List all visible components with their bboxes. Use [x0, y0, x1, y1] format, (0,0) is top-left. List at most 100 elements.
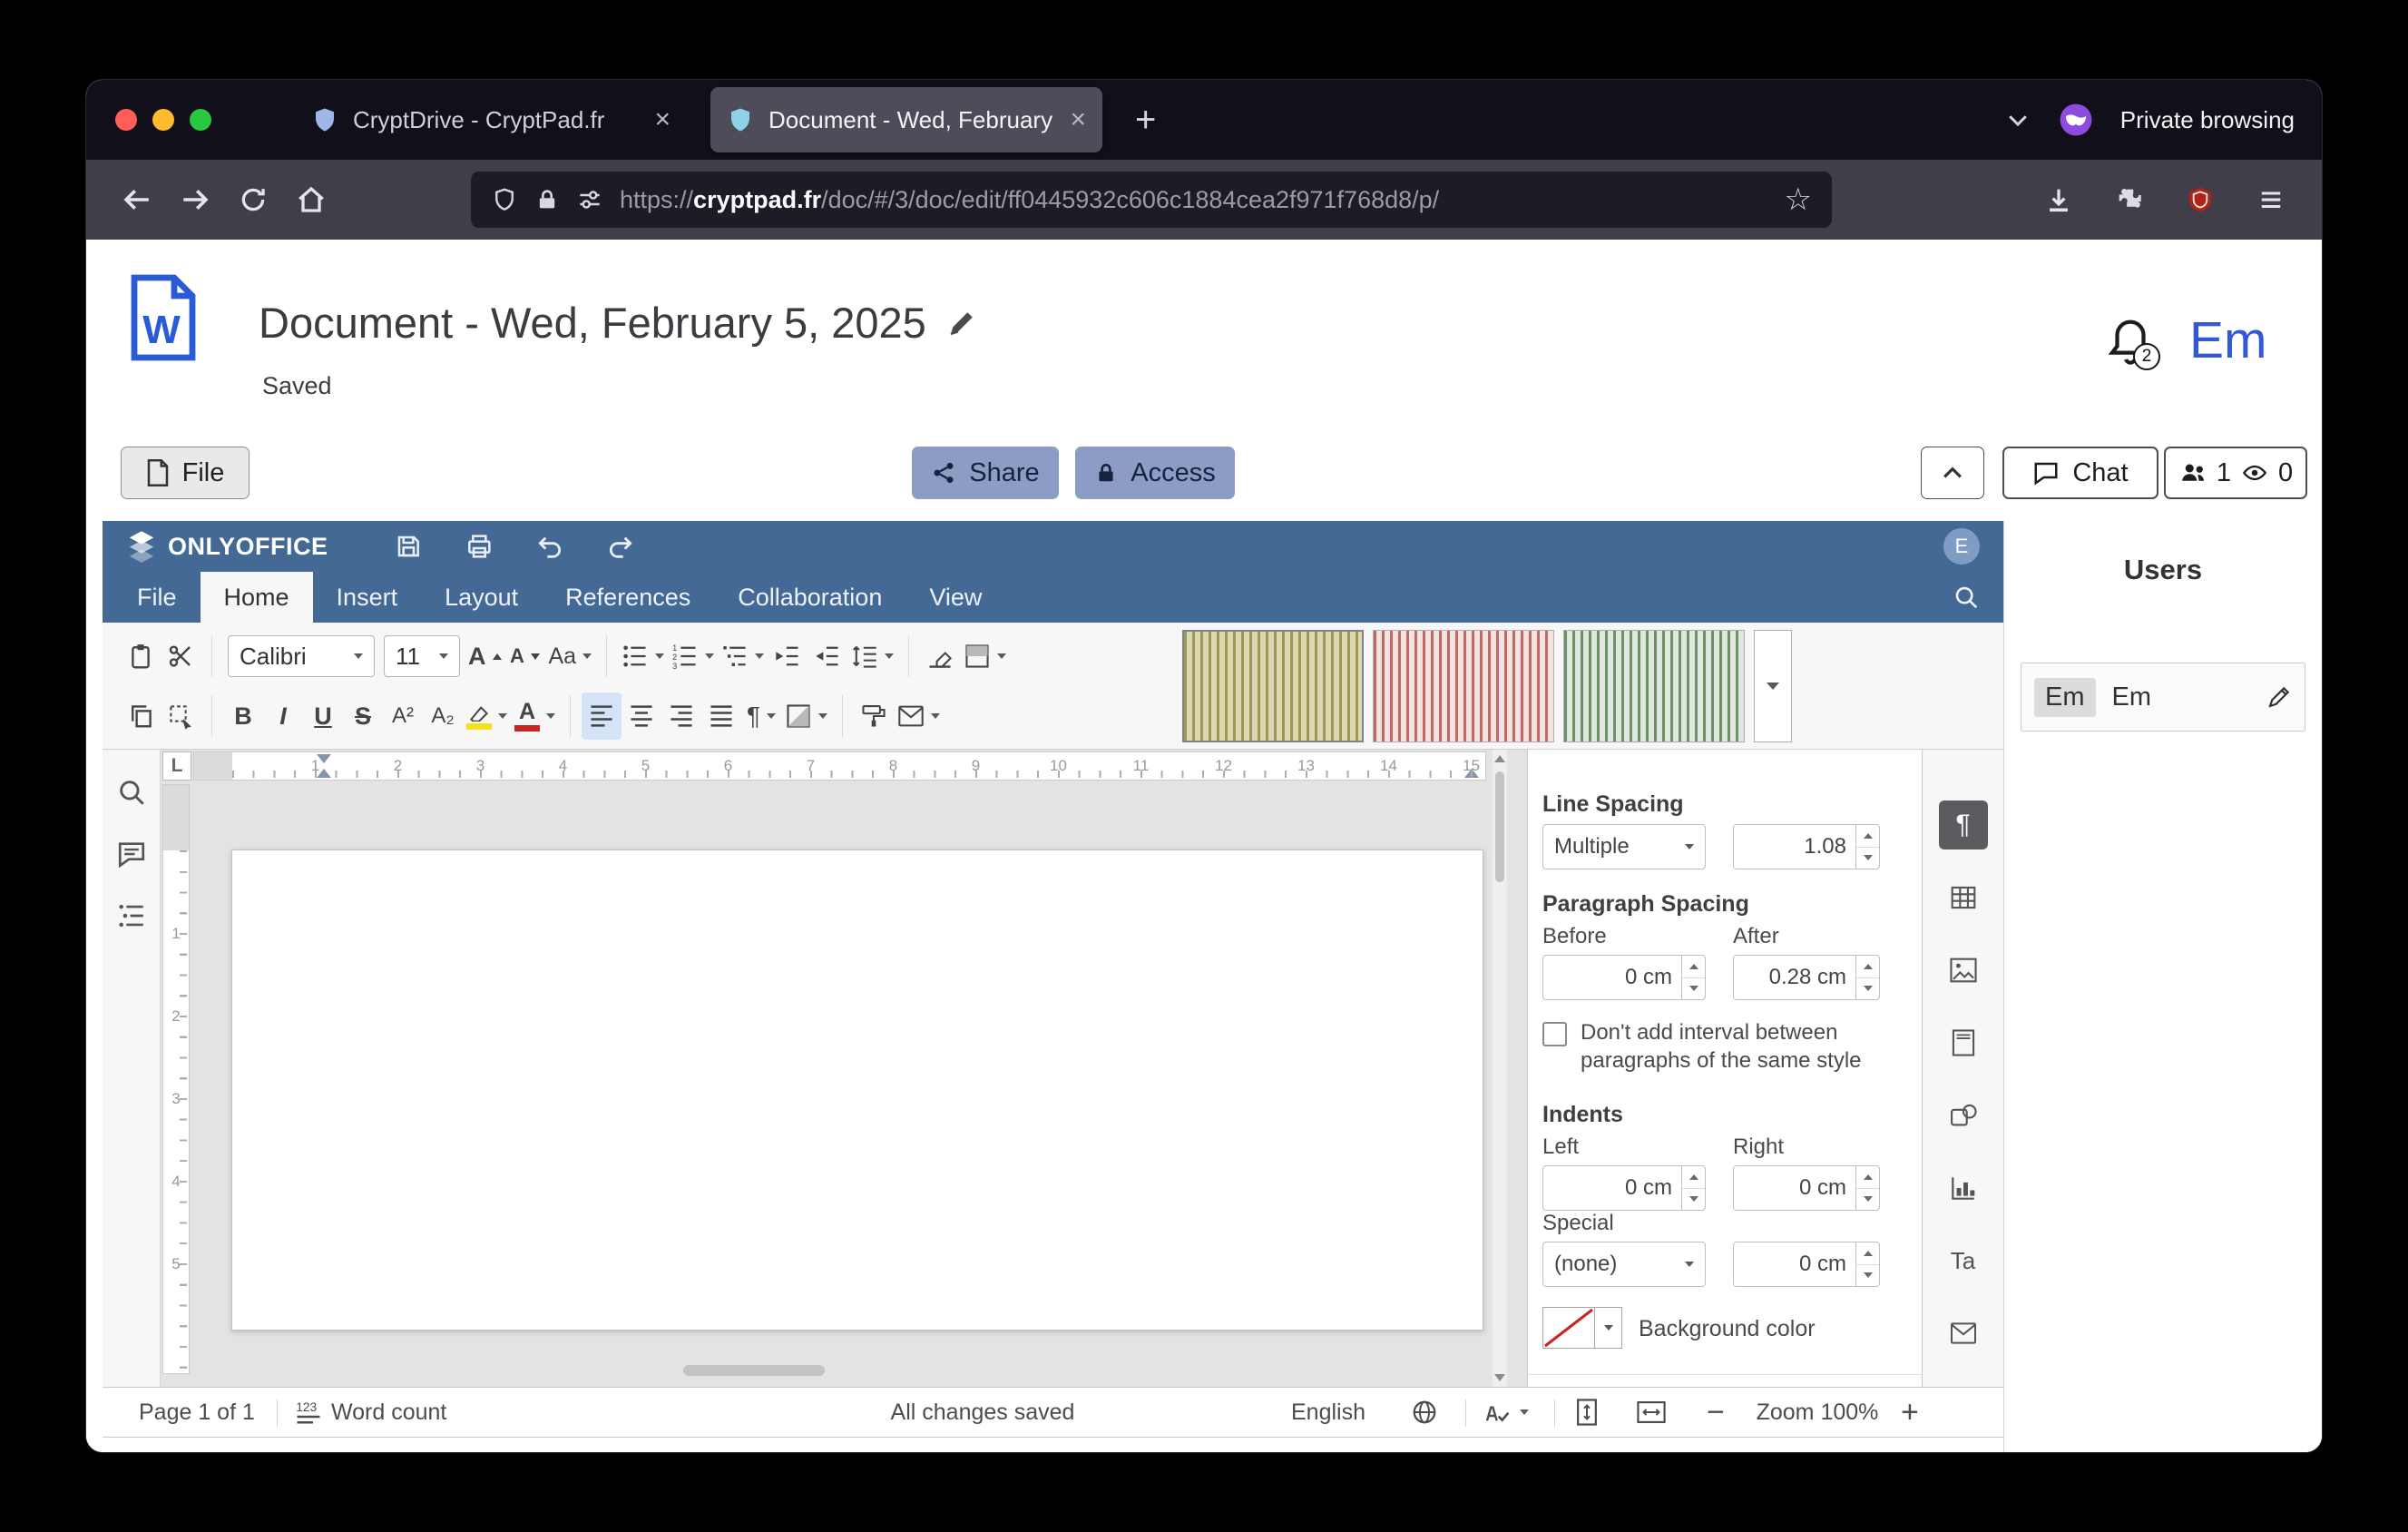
- new-tab-button[interactable]: +: [1135, 102, 1156, 138]
- font-size-select[interactable]: 11: [384, 635, 460, 677]
- zoom-level[interactable]: Zoom 100%: [1745, 1388, 1890, 1437]
- tab-stop-selector[interactable]: L: [162, 751, 191, 781]
- spacing-before-input[interactable]: 0 cm: [1542, 955, 1706, 1000]
- hamburger-menu-icon[interactable]: ≡: [2242, 172, 2300, 227]
- mail-merge-settings-icon[interactable]: [1939, 1309, 1988, 1358]
- menu-home[interactable]: Home: [201, 572, 313, 623]
- underline-button[interactable]: U: [303, 692, 343, 740]
- change-case-button[interactable]: Aa: [545, 633, 596, 680]
- shape-settings-icon[interactable]: [1939, 1091, 1988, 1140]
- print-icon[interactable]: [465, 532, 494, 561]
- increase-indent-button[interactable]: [808, 633, 847, 680]
- file-menu-button[interactable]: File: [121, 447, 250, 499]
- url-bar[interactable]: https://cryptpad.fr/doc/#/3/doc/edit/ff0…: [471, 172, 1832, 228]
- paragraph-shading-button[interactable]: [781, 692, 831, 740]
- window-zoom-button[interactable]: [190, 109, 211, 131]
- comments-icon[interactable]: [116, 839, 147, 869]
- menu-file[interactable]: File: [113, 572, 201, 623]
- bookmark-star-icon[interactable]: ☆: [1785, 182, 1812, 218]
- share-button[interactable]: Share: [912, 447, 1059, 499]
- indent-right-input[interactable]: 0 cm: [1733, 1165, 1880, 1211]
- spacing-after-input[interactable]: 0.28 cm: [1733, 955, 1880, 1000]
- spinner-arrows[interactable]: [1855, 956, 1879, 999]
- fit-width-button[interactable]: [1636, 1388, 1667, 1437]
- language-selector[interactable]: English: [1291, 1388, 1366, 1437]
- forward-icon[interactable]: [166, 172, 224, 227]
- multilevel-list-button[interactable]: [718, 633, 768, 680]
- shading-button[interactable]: [960, 633, 1010, 680]
- zoom-in-button[interactable]: +: [1901, 1388, 1919, 1437]
- chat-button[interactable]: Chat: [2002, 447, 2158, 499]
- image-settings-icon[interactable]: [1939, 946, 1988, 995]
- italic-button[interactable]: I: [263, 692, 303, 740]
- special-select[interactable]: (none): [1542, 1242, 1706, 1287]
- menu-references[interactable]: References: [542, 572, 714, 623]
- horizontal-scrollbar[interactable]: [683, 1365, 825, 1376]
- back-icon[interactable]: [108, 172, 166, 227]
- first-line-indent-marker[interactable]: [317, 754, 331, 763]
- scroll-up-arrow[interactable]: [1494, 755, 1505, 762]
- notifications-bell-icon[interactable]: 2: [2106, 316, 2155, 368]
- background-color-swatch[interactable]: [1542, 1307, 1595, 1349]
- rename-pencil-icon[interactable]: [946, 308, 977, 339]
- clear-formatting-button[interactable]: [920, 633, 960, 680]
- style-preview-heading[interactable]: [1563, 630, 1745, 742]
- header-footer-settings-icon[interactable]: [1939, 1018, 1988, 1067]
- style-preview-no-spacing[interactable]: [1373, 630, 1554, 742]
- spinner-arrows[interactable]: [1855, 825, 1879, 869]
- access-button[interactable]: Access: [1075, 447, 1235, 499]
- style-preview-normal[interactable]: [1182, 630, 1364, 742]
- select-all-button[interactable]: [161, 692, 201, 740]
- participants-button[interactable]: 1 0: [2164, 447, 2307, 499]
- align-right-button[interactable]: [661, 692, 701, 740]
- right-indent-marker[interactable]: [1464, 769, 1479, 778]
- ublock-shield-icon[interactable]: [2171, 172, 2229, 227]
- indent-left-input[interactable]: 0 cm: [1542, 1165, 1706, 1211]
- align-center-button[interactable]: [622, 692, 661, 740]
- strikethrough-button[interactable]: S: [343, 692, 383, 740]
- line-spacing-button[interactable]: [847, 633, 897, 680]
- bold-button[interactable]: B: [223, 692, 263, 740]
- increase-font-button[interactable]: A: [465, 633, 505, 680]
- close-tab-icon[interactable]: ×: [654, 106, 671, 133]
- window-close-button[interactable]: [115, 109, 137, 131]
- user-list-item[interactable]: Em Em: [2021, 663, 2305, 732]
- redo-icon[interactable]: [606, 532, 635, 561]
- text-art-settings-icon[interactable]: Ta: [1939, 1236, 1988, 1285]
- navigation-headings-icon[interactable]: [116, 900, 147, 931]
- numbered-list-button[interactable]: 123: [668, 633, 718, 680]
- font-color-button[interactable]: A: [511, 692, 559, 740]
- extensions-puzzle-icon[interactable]: [2100, 172, 2158, 227]
- downloads-icon[interactable]: [2030, 172, 2088, 227]
- account-avatar[interactable]: Em: [2189, 310, 2267, 370]
- spinner-arrows[interactable]: [1855, 1166, 1879, 1210]
- close-tab-icon[interactable]: ×: [1070, 106, 1086, 133]
- find-icon[interactable]: [116, 777, 147, 808]
- paste-button[interactable]: [121, 633, 161, 680]
- word-count-button[interactable]: 123 Word count: [295, 1388, 446, 1437]
- fit-page-button[interactable]: [1574, 1388, 1600, 1437]
- font-name-select[interactable]: Calibri: [228, 635, 375, 677]
- document-page[interactable]: [231, 849, 1483, 1331]
- undo-icon[interactable]: [535, 532, 564, 561]
- special-amount-input[interactable]: 0 cm: [1733, 1242, 1880, 1287]
- home-icon[interactable]: [282, 172, 340, 227]
- nonprinting-characters-button[interactable]: ¶: [741, 692, 781, 740]
- tab-cryptdrive[interactable]: CryptDrive - CryptPad.fr ×: [295, 87, 687, 152]
- cut-scissors-button[interactable]: [161, 633, 201, 680]
- line-spacing-select[interactable]: Multiple: [1542, 824, 1706, 869]
- horizontal-ruler[interactable]: 123456789101112131415: [193, 751, 1486, 781]
- decrease-indent-button[interactable]: [768, 633, 808, 680]
- mail-merge-button[interactable]: [894, 692, 944, 740]
- table-settings-icon[interactable]: [1939, 873, 1988, 922]
- background-color-dropdown[interactable]: [1595, 1307, 1622, 1349]
- edit-name-pencil-icon[interactable]: [2266, 684, 2292, 710]
- align-left-button[interactable]: [582, 692, 622, 740]
- superscript-button[interactable]: A²: [383, 692, 423, 740]
- styles-gallery-expand-button[interactable]: [1754, 630, 1792, 742]
- collaborator-avatar[interactable]: E: [1943, 528, 1980, 565]
- list-all-tabs-chevron-icon[interactable]: [2004, 106, 2031, 133]
- bullet-list-button[interactable]: [618, 633, 668, 680]
- left-indent-marker[interactable]: [317, 769, 331, 778]
- window-minimize-button[interactable]: [152, 109, 174, 131]
